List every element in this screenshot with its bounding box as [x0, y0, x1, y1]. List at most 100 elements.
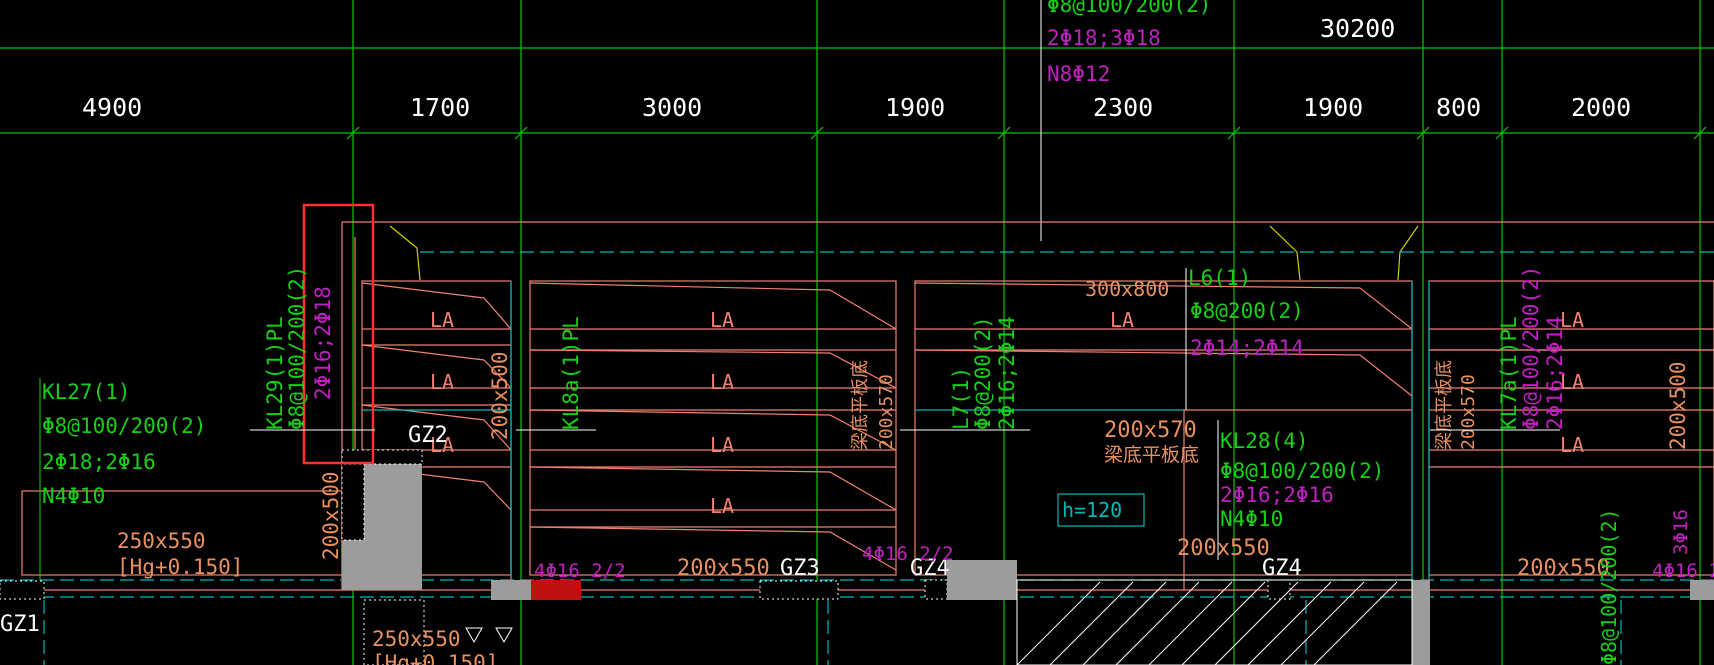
column-red-hatch — [531, 580, 581, 600]
hatch-line — [1115, 581, 1200, 665]
l7-bars: 2Φ16;2Φ14 — [995, 316, 1019, 430]
top-waist-bars-label: N8Φ12 — [1047, 62, 1110, 86]
column-far-right-grey — [1690, 580, 1714, 600]
kl29-annotation: KL29(1)PL Φ8@100/200(2) 2Φ16;2Φ18 — [263, 266, 335, 430]
l6-section: 300x800 — [1085, 277, 1169, 301]
column-mid-grey — [491, 580, 531, 600]
rotated-section-right-of-slab1: 200x500 — [488, 351, 512, 440]
slab-label: LA — [710, 494, 734, 518]
top-stirrup-label: Φ8@100/200(2) — [1047, 0, 1211, 17]
kl7a-stirrup: Φ8@100/200(2) — [1519, 266, 1543, 430]
right-rotated-200x570: 200x570 — [1458, 374, 1479, 450]
kl27-waist: N4Φ10 — [42, 484, 105, 508]
slab-thickness-label: h=120 — [1062, 498, 1122, 522]
gz3-label: GZ3 — [780, 556, 820, 581]
l7-annotation: L7(1) Φ8@200(2) 2Φ16;2Φ14 — [949, 316, 1019, 430]
level-triangle — [465, 627, 483, 644]
hatch-line — [1313, 581, 1398, 665]
section-label-hg-bottom: [Hg+0.150] — [372, 651, 498, 665]
l6-name: L6(1) — [1188, 266, 1251, 290]
l6-bars: 2Φ14;2Φ14 — [1190, 336, 1304, 360]
structural-plan-drawing: Φ8@100/200(2) 2Φ18;3Φ18 N8Φ12 30200 4900… — [0, 0, 1714, 665]
bar-callout-1: 4Φ16 2/2 — [534, 560, 626, 582]
dimension-label: 800 — [1436, 93, 1481, 122]
kl28-waist: N4Φ10 — [1220, 507, 1283, 531]
column-right-grey — [1412, 580, 1430, 665]
section-200x550-c: 200x550 — [1517, 556, 1610, 581]
bar-callout-3: 4Φ16 2/2 — [1652, 560, 1714, 582]
haunch-line — [389, 225, 418, 249]
column-gz4-b — [1267, 579, 1291, 600]
hatch-line — [1214, 581, 1299, 665]
slab-label: LA — [1110, 308, 1134, 332]
gz1-label: GZ1 — [0, 612, 40, 637]
l7-name: L7(1) — [949, 367, 973, 430]
kl29-name: KL29(1)PL — [263, 316, 287, 430]
kl28-stirrup: Φ8@100/200(2) — [1220, 459, 1384, 483]
haunch-line — [1269, 225, 1298, 253]
dimension-label: 1900 — [885, 93, 945, 122]
rotated-200x500-b: 200x500 — [488, 351, 512, 440]
column-gz4-a — [924, 579, 948, 600]
dimension-label: 4900 — [82, 93, 142, 122]
section-200x570: 200x570 — [1104, 418, 1197, 443]
cad-drawing-viewport[interactable]: Φ8@100/200(2) 2Φ18;3Φ18 N8Φ12 30200 4900… — [0, 0, 1714, 665]
dimension-label: 1700 — [410, 93, 470, 122]
slab-label: LA — [710, 433, 734, 457]
section-label-250x550: 250x550 — [117, 529, 206, 553]
dimension-label: 2000 — [1571, 93, 1631, 122]
rotated-3phi16: 3Φ16 — [1670, 509, 1692, 555]
kl7a-bars: 2Φ16;2Φ14 — [1543, 316, 1567, 430]
section-200x550-a: 200x550 — [677, 556, 770, 581]
rotated-200x500-right: 200x500 — [1666, 361, 1690, 450]
right-rotated-flat: 梁底平板底 200x570 — [1434, 360, 1479, 450]
kl27-stirrup: Φ8@100/200(2) — [42, 414, 206, 438]
rotated-200x570: 200x570 — [876, 374, 897, 450]
kl29-stirrup: Φ8@100/200(2) — [285, 266, 309, 430]
bar-callout-4: 3Φ16 — [1670, 509, 1692, 555]
bar-callout-2: 4Φ16 2/2 — [862, 543, 954, 565]
top-main-bars-label: 2Φ18;3Φ18 — [1047, 26, 1161, 50]
kl28-bars: 2Φ16;2Φ16 — [1220, 483, 1334, 507]
l7-stirrup: Φ8@200(2) — [971, 316, 995, 430]
kl29-bars: 2Φ16;2Φ18 — [311, 286, 335, 400]
slab-label: LA — [430, 370, 454, 394]
level-triangle — [495, 627, 513, 644]
haunch-line — [1397, 251, 1401, 281]
rotated-flat-bottom: 梁底平板底 — [850, 360, 871, 450]
kl28-name: KL28(4) — [1220, 429, 1309, 453]
hatch-line — [1082, 581, 1167, 665]
hatch-line — [1016, 581, 1101, 665]
kl27-name: KL27(1) — [42, 380, 131, 404]
rotated-200x500: 200x500 — [319, 471, 343, 560]
column-left — [0, 580, 45, 600]
slab-label: LA — [1560, 433, 1584, 457]
right-rotated-flat-bottom: 梁底平板底 — [1434, 360, 1455, 450]
column-gz4-grey — [947, 560, 1017, 600]
level-markers — [465, 627, 513, 644]
l6-stirrup: Φ8@200(2) — [1190, 299, 1304, 323]
slab-label: LA — [710, 370, 734, 394]
section-label-250x550-bottom: 250x550 — [372, 627, 461, 651]
hatch-area — [1016, 579, 1413, 665]
haunch-line — [416, 247, 421, 281]
rotated-section-right: 200x500 — [1666, 361, 1690, 450]
hatch-line — [1049, 581, 1134, 665]
bottom-right-stirrup: Φ8@100/200(2) — [1597, 508, 1621, 665]
kl7a-name: KL7a(1)PL — [1497, 316, 1521, 430]
kl27-bars: 2Φ18;2Φ16 — [42, 450, 156, 474]
kl8a-annotation: KL8a(1)PL — [559, 316, 583, 430]
kl8a-name: KL8a(1)PL — [559, 316, 583, 430]
flat-bottom-label: 梁底平板底 — [1104, 444, 1199, 466]
kl7a-annotation: KL7a(1)PL Φ8@100/200(2) 2Φ16;2Φ14 — [1497, 266, 1567, 430]
rotated-bottom-right: Φ8@100/200(2) — [1597, 508, 1621, 665]
hatch-line — [1280, 581, 1365, 665]
haunch-line — [1399, 225, 1419, 253]
dashed-lines — [0, 251, 1714, 665]
total-dimension-label: 30200 — [1320, 14, 1395, 43]
dimension-label: 2300 — [1093, 93, 1153, 122]
column-gz3 — [759, 580, 839, 600]
columns — [0, 449, 1714, 665]
dimension-label: 1900 — [1303, 93, 1363, 122]
gz2-label: GZ2 — [408, 423, 448, 448]
